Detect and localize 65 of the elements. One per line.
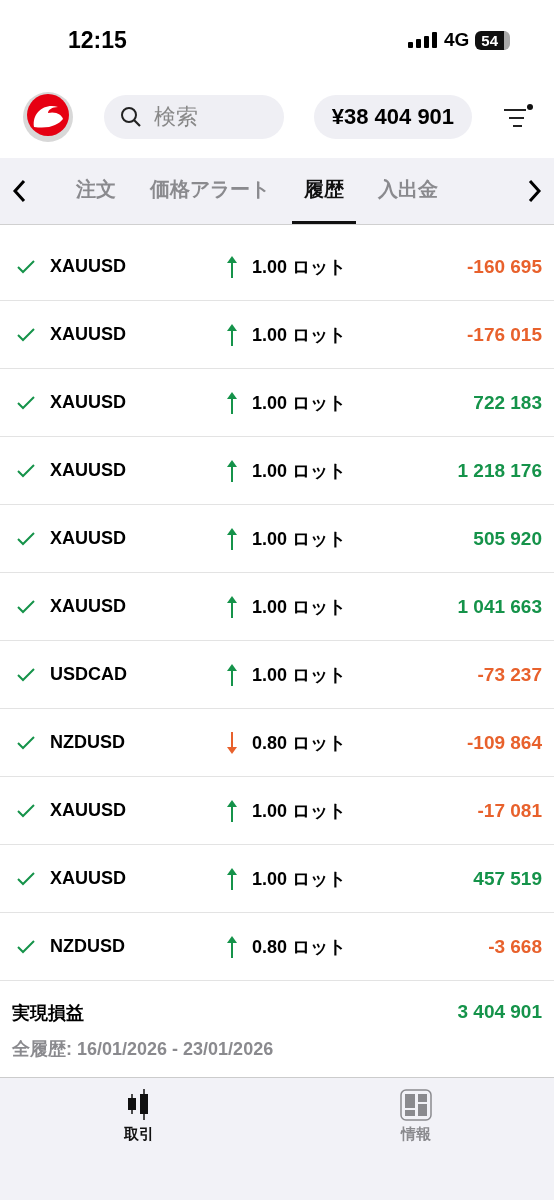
profit-label: 722 183 bbox=[473, 391, 542, 414]
volume-label: 0.80 ロット bbox=[252, 731, 347, 755]
profit-label: -160 695 bbox=[467, 255, 542, 278]
app-logo-icon bbox=[22, 91, 74, 143]
period-label: 全履歴: 16/01/2026 - 23/01/2026 bbox=[12, 1038, 275, 1061]
check-icon bbox=[16, 394, 36, 411]
volume-label: 1.00 ロット bbox=[252, 391, 347, 415]
check-icon bbox=[16, 598, 36, 615]
network-label: 4G bbox=[443, 29, 470, 51]
symbol-label: XAUUSD bbox=[50, 392, 127, 413]
chevron-right-icon[interactable] bbox=[528, 179, 542, 203]
volume-label: 0.80 ロット bbox=[252, 935, 347, 959]
volume-label: 1.00 ロット bbox=[252, 459, 347, 483]
volume-label: 1.00 ロット bbox=[252, 323, 347, 347]
symbol-label: NZDUSD bbox=[50, 732, 126, 753]
tab[interactable]: 入出金 bbox=[366, 158, 450, 224]
symbol-label: XAUUSD bbox=[50, 596, 127, 617]
profit-label: -3 668 bbox=[488, 935, 542, 958]
symbol-label: XAUUSD bbox=[50, 868, 127, 889]
profit-label: 1 041 663 bbox=[457, 595, 542, 618]
summary-total: 3 404 901 bbox=[457, 1001, 542, 1024]
check-icon bbox=[16, 258, 36, 275]
status-time: 12:15 bbox=[68, 26, 127, 54]
symbol-label: XAUUSD bbox=[50, 324, 127, 345]
symbol-label: NZDUSD bbox=[50, 936, 126, 957]
volume-label: 1.00 ロット bbox=[252, 595, 347, 619]
dashboard-icon bbox=[399, 1089, 432, 1121]
profit-label: 505 920 bbox=[473, 527, 542, 550]
battery-indicator: 54 bbox=[475, 30, 510, 50]
balance-label[interactable]: ¥38 404 901 bbox=[313, 95, 473, 139]
chevron-left-icon[interactable] bbox=[12, 179, 26, 203]
tab[interactable]: 価格アラート bbox=[138, 158, 282, 224]
symbol-label: USDCAD bbox=[50, 664, 128, 685]
volume-label: 1.00 ロット bbox=[252, 663, 347, 687]
check-icon bbox=[16, 938, 36, 955]
search-icon bbox=[119, 106, 142, 128]
volume-label: 1.00 ロット bbox=[252, 527, 347, 551]
search-field[interactable]: 検索 bbox=[103, 95, 284, 139]
profit-label: -176 015 bbox=[467, 323, 542, 346]
symbol-label: XAUUSD bbox=[50, 460, 127, 481]
check-icon bbox=[16, 802, 36, 819]
summary-label: 実現損益 bbox=[12, 1002, 84, 1025]
check-icon bbox=[16, 666, 36, 683]
profit-label: -17 081 bbox=[477, 799, 542, 822]
check-icon bbox=[16, 530, 36, 547]
check-icon bbox=[16, 734, 36, 751]
tab[interactable]: 注文 bbox=[64, 158, 128, 224]
profit-label: -109 864 bbox=[467, 731, 542, 754]
check-icon bbox=[16, 462, 36, 479]
nav-item[interactable]: 情報 bbox=[277, 1088, 554, 1145]
signal-icon bbox=[407, 32, 438, 48]
volume-label: 1.00 ロット bbox=[252, 255, 347, 279]
symbol-label: XAUUSD bbox=[50, 256, 127, 277]
tab[interactable]: 履歴 bbox=[292, 158, 356, 224]
check-icon bbox=[16, 326, 36, 343]
candlestick-icon bbox=[126, 1089, 151, 1121]
profit-label: 1 218 176 bbox=[457, 459, 542, 482]
nav-item[interactable]: 取引 bbox=[0, 1088, 277, 1145]
volume-label: 1.00 ロット bbox=[252, 799, 347, 823]
check-icon bbox=[16, 870, 36, 887]
profit-label: -73 237 bbox=[477, 663, 542, 686]
volume-label: 1.00 ロット bbox=[252, 867, 347, 891]
symbol-label: XAUUSD bbox=[50, 528, 127, 549]
profit-label: 457 519 bbox=[473, 867, 542, 890]
symbol-label: XAUUSD bbox=[50, 800, 127, 821]
